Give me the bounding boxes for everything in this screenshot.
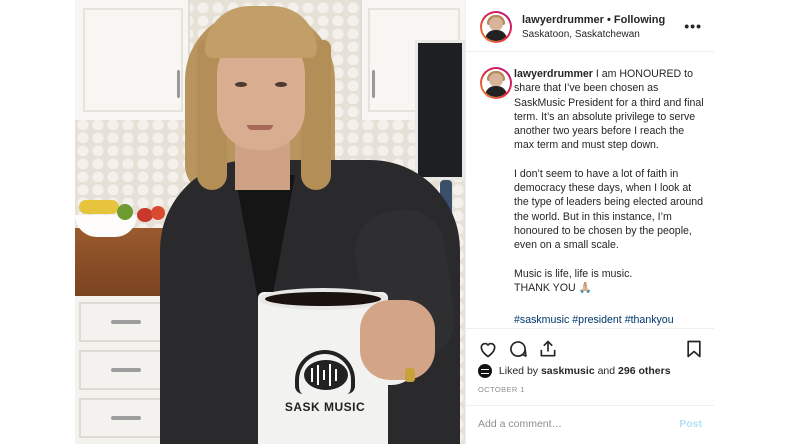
window [415, 40, 465, 180]
liked-by-prefix: Liked by [498, 364, 539, 377]
caption-area: lawyerdrummer I am HONOURED to share tha… [466, 53, 714, 328]
avatar[interactable] [480, 11, 512, 43]
caption-username[interactable]: lawyerdrummer [514, 68, 593, 80]
bookmark-icon[interactable] [684, 339, 704, 359]
comment-bar: Add a comment… Post [466, 405, 714, 444]
tomato [151, 206, 165, 220]
lime [117, 204, 133, 220]
likes-summary: Liked by saskmusic and 296 others [478, 364, 671, 378]
hair-right [301, 40, 331, 190]
left-eye [235, 82, 247, 87]
location-link[interactable]: Saskatoon, Saskatchewan [522, 29, 640, 40]
post-date[interactable]: OCTOBER 1 [478, 385, 525, 394]
instagram-post: SASK MUSIC lawyerdrummer • Following Sas… [75, 0, 714, 444]
separator-dot: • [607, 14, 611, 26]
upper-cabinet-left [75, 0, 190, 120]
post-photo[interactable]: SASK MUSIC [75, 0, 465, 444]
following-button[interactable]: Following [614, 14, 665, 26]
caption-text: lawyerdrummer I am HONOURED to share tha… [514, 67, 704, 327]
post-comment-button[interactable]: Post [679, 418, 702, 430]
hand [360, 300, 435, 380]
right-eye [275, 82, 287, 87]
heart-icon[interactable] [478, 339, 498, 359]
caption-paragraph-1: I am HONOURED to share that I’ve been ch… [514, 68, 704, 152]
likes-connector: and [597, 364, 616, 377]
hashtags[interactable]: #saskmusic #president #thankyou [514, 313, 704, 327]
wedding-ring [405, 368, 415, 382]
banana [79, 200, 119, 214]
caption-paragraph-2: I don’t seem to have a lot of faith in d… [514, 167, 704, 252]
liker-username[interactable]: saskmusic [541, 365, 595, 377]
liker-avatar[interactable] [478, 364, 492, 378]
coffee [265, 292, 381, 306]
caption-paragraph-3: Music is life, life is music. [514, 267, 633, 280]
likes-count[interactable]: 296 others [618, 365, 671, 377]
comment-input[interactable]: Add a comment… [478, 418, 562, 430]
caption-avatar[interactable] [480, 67, 512, 99]
comment-icon[interactable] [508, 339, 528, 359]
post-sidebar: lawyerdrummer • Following Saskatoon, Sas… [465, 0, 714, 444]
header-username[interactable]: lawyerdrummer [522, 14, 604, 26]
post-header: lawyerdrummer • Following Saskatoon, Sas… [466, 0, 714, 52]
mouth [247, 125, 273, 130]
more-options-icon[interactable]: ••• [684, 18, 702, 34]
share-icon[interactable] [538, 339, 558, 359]
mug-logo-text: SASK MUSIC [284, 400, 366, 414]
caption-paragraph-4: THANK YOU 🙏🏼 [514, 281, 592, 294]
